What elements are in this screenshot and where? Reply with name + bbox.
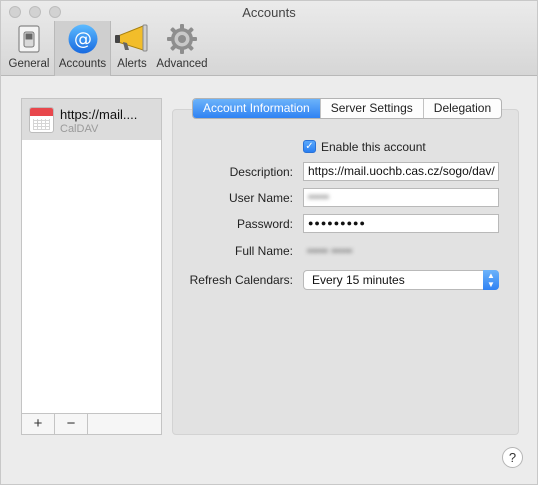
username-field[interactable]: ••••• <box>303 188 499 207</box>
fullname-value: ••••• ••••• <box>307 244 353 258</box>
at-sign-icon: @ <box>68 24 97 54</box>
toolbar-general-label: General <box>8 58 50 70</box>
list-action-bar: + − <box>22 413 161 434</box>
tab-delegation[interactable]: Delegation <box>424 99 501 118</box>
calendar-icon <box>29 107 54 133</box>
description-field[interactable]: https://mail.uochb.cas.cz/sogo/dav/ <box>303 162 499 181</box>
tab-account-information[interactable]: Account Information <box>193 99 321 118</box>
toolbar-alerts-button[interactable]: Alerts <box>112 21 152 76</box>
account-type: CalDAV <box>60 123 99 135</box>
refresh-calendars-select[interactable]: Every 15 minutes ▲ ▼ <box>303 270 499 290</box>
refresh-calendars-label: Refresh Calendars: <box>189 273 293 287</box>
megaphone-icon <box>115 24 148 52</box>
toolbar-advanced-label: Advanced <box>156 58 208 70</box>
username-label: User Name: <box>228 191 293 205</box>
remove-account-button[interactable]: − <box>55 414 88 434</box>
fullname-label: Full Name: <box>234 244 293 258</box>
enable-account-label: Enable this account <box>321 140 426 154</box>
toolbar-accounts-label: Accounts <box>58 58 107 70</box>
account-name: https://mail.... <box>60 107 138 122</box>
chevron-up-down-icon: ▲ ▼ <box>483 270 499 290</box>
toolbar-alerts-label: Alerts <box>117 58 147 70</box>
accounts-list: https://mail.... CalDAV + − <box>21 98 162 435</box>
settings-tabs: Account Information Server Settings Dele… <box>192 98 503 119</box>
switch-icon <box>18 25 40 53</box>
gear-icon <box>167 24 197 54</box>
account-list-item[interactable]: https://mail.... CalDAV <box>22 99 161 140</box>
tab-server-settings[interactable]: Server Settings <box>321 99 424 118</box>
preferences-window: Accounts General @ Accounts Alerts Advan… <box>0 0 538 485</box>
add-account-button[interactable]: + <box>22 414 55 434</box>
window-title: Accounts <box>242 5 296 20</box>
password-field[interactable]: ●●●●●●●●● <box>303 214 499 233</box>
refresh-calendars-value: Every 15 minutes <box>312 273 405 287</box>
description-label: Description: <box>229 165 293 179</box>
toolbar-general-button[interactable]: General <box>6 21 52 76</box>
username-value: ••••• <box>308 190 330 204</box>
toolbar-accounts-button[interactable]: @ Accounts <box>54 21 111 76</box>
toolbar: Accounts General @ Accounts Alerts Advan… <box>1 1 537 76</box>
enable-account-checkbox[interactable]: ✓ <box>303 140 316 153</box>
toolbar-advanced-button[interactable]: Advanced <box>153 21 211 76</box>
password-label: Password: <box>236 217 293 231</box>
help-button[interactable]: ? <box>502 447 523 468</box>
svg-text:@: @ <box>74 29 92 50</box>
